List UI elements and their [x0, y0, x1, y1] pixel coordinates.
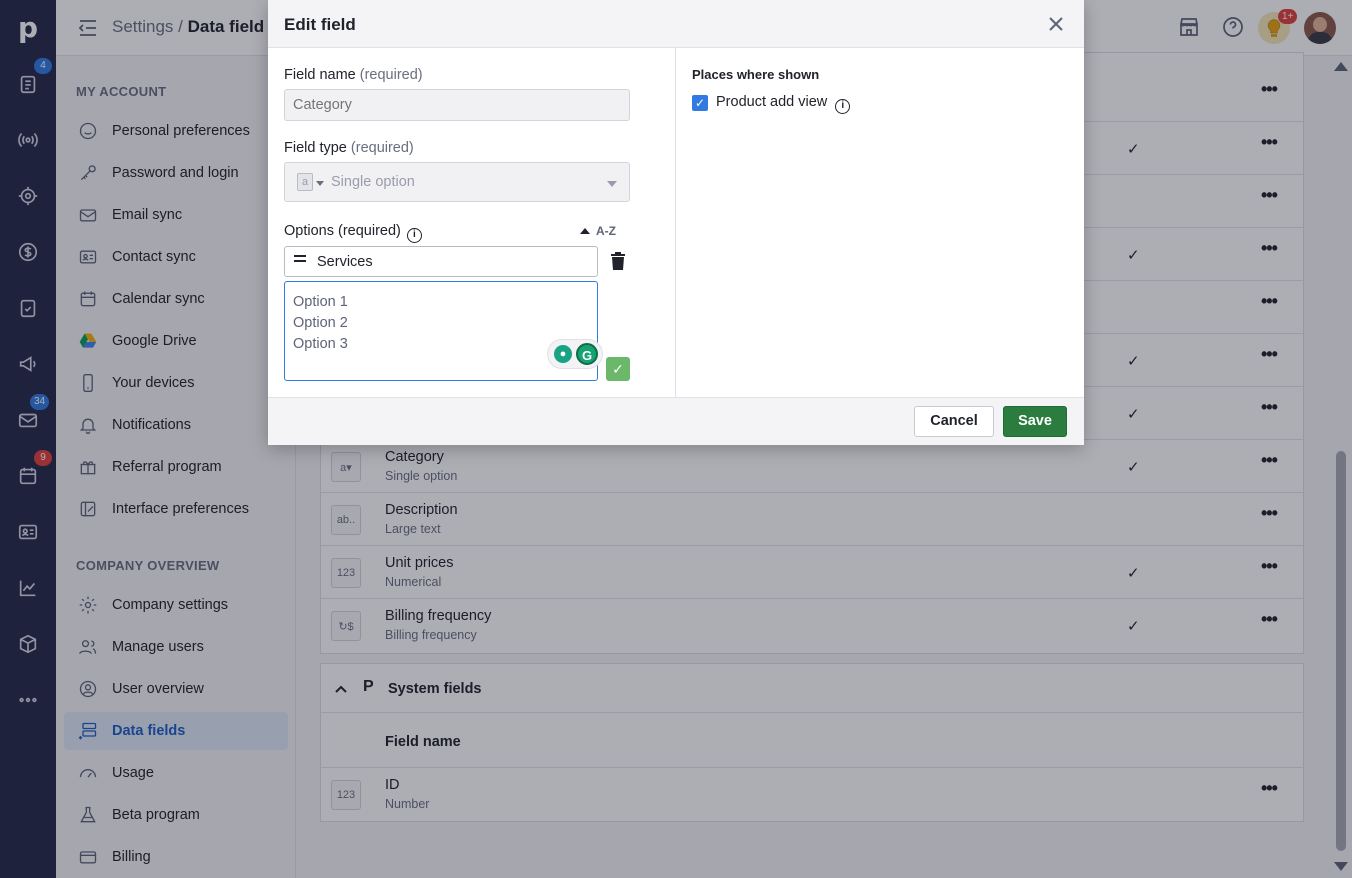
- chevron-down-icon: [316, 181, 324, 186]
- confirm-options-button[interactable]: ✓: [606, 357, 630, 381]
- check-icon: ✓: [612, 361, 624, 377]
- product-add-view-checkbox[interactable]: ✓: [692, 95, 708, 111]
- option-line: Option 1: [293, 294, 348, 310]
- places-heading: Places where shown: [692, 67, 820, 82]
- label-text: Product add view: [716, 94, 828, 110]
- field-type-select[interactable]: a Single option: [284, 162, 630, 202]
- delete-option-button[interactable]: [610, 252, 626, 270]
- info-icon[interactable]: i: [406, 228, 422, 243]
- label-text: Options (required): [284, 223, 401, 239]
- required-hint: (required): [359, 67, 423, 83]
- options-label: Options (required) i: [284, 223, 422, 243]
- info-icon[interactable]: i: [835, 99, 851, 114]
- trash-icon: [611, 252, 625, 270]
- label-text: Field name: [284, 67, 356, 83]
- option-line: Option 2: [293, 315, 348, 331]
- save-button[interactable]: Save: [1003, 406, 1067, 437]
- sort-arrow-icon: [580, 228, 590, 234]
- modal-title: Edit field: [284, 15, 356, 34]
- sort-az-button[interactable]: A-Z: [580, 224, 616, 238]
- field-name-label: Field name (required): [284, 67, 423, 83]
- option-line: Option 3: [293, 336, 348, 352]
- product-add-view-label: Product add view i: [716, 94, 851, 114]
- options-textarea[interactable]: Option 1 Option 2 Option 3 ● G: [284, 281, 603, 381]
- required-hint: (required): [350, 140, 414, 156]
- dropdown-arrow-icon: [607, 181, 617, 187]
- grammarly-icon[interactable]: G: [576, 343, 598, 365]
- field-type-value: Single option: [331, 174, 415, 190]
- single-option-icon: a: [297, 173, 313, 191]
- grammarly-widget[interactable]: ● G: [547, 339, 603, 369]
- modal-divider: [675, 48, 676, 397]
- cancel-button[interactable]: Cancel: [914, 406, 994, 437]
- label-text: Field type: [284, 140, 347, 156]
- field-type-label: Field type (required): [284, 140, 414, 156]
- drag-handle-icon[interactable]: [294, 255, 306, 265]
- edit-field-modal: Edit field Field name (required) Field t…: [268, 0, 1084, 445]
- close-button[interactable]: [1046, 14, 1066, 34]
- modal-header: Edit field: [268, 0, 1084, 48]
- close-icon: [1049, 17, 1063, 31]
- option-name-input[interactable]: Services: [284, 246, 598, 277]
- field-name-input[interactable]: [284, 89, 630, 121]
- lightbulb-icon[interactable]: ●: [554, 345, 572, 363]
- option-name-value: Services: [317, 254, 373, 270]
- sort-label: A-Z: [596, 224, 616, 238]
